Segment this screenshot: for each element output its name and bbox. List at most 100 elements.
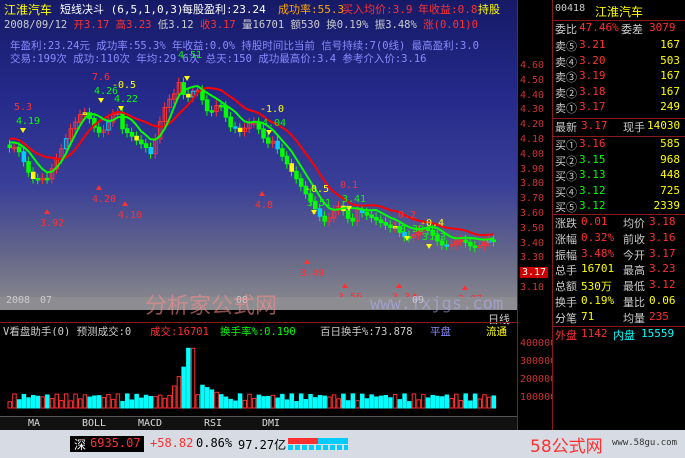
volume-bar: [280, 393, 285, 409]
volume-bar: [31, 394, 36, 409]
volume-bar: [341, 393, 346, 409]
candle-body: [219, 104, 224, 108]
tab-macd[interactable]: MACD: [138, 418, 162, 429]
volume-bar: [157, 394, 163, 409]
volume-bar: [397, 399, 403, 409]
peak-label: 0.2: [398, 210, 416, 221]
volume-tick: 100000: [520, 392, 557, 403]
stat-row: 换手 0.19% 量比 0.06: [555, 294, 676, 309]
stock-name: 江淮汽车: [4, 3, 53, 17]
volume-bar: [45, 394, 50, 409]
eps-text: 每股盈利:23.24: [182, 3, 266, 16]
volume-header: V看盘助手(0) 预测成交:0 成交:16701 换手率%:0.190 百日换手…: [0, 322, 517, 338]
volume-bar: [21, 393, 27, 409]
volume-bar: [186, 347, 191, 409]
peak-label: 0.1: [340, 180, 358, 191]
volume-bar: [345, 400, 351, 409]
candle-body: [322, 215, 327, 222]
index-bar: [288, 438, 348, 450]
quote-stock-name: 江淮汽车: [595, 5, 644, 19]
volume-bar: [270, 394, 276, 409]
quote-panel: 00418 江淮汽车 委比 47.46% 委差 3079 卖⑤ 3.21 167 卖④…: [552, 0, 685, 430]
volume-bar: [331, 394, 337, 409]
ma-fast-line: [9, 84, 494, 241]
candle-body: [120, 112, 125, 130]
candle-body: [186, 93, 191, 98]
candle-body: [134, 135, 139, 141]
kline-chart[interactable]: 5.3 4.19 7.6 4.26 -0.5 4.22 4.51 -1.0 4.04 -0.5 3.…: [0, 0, 517, 326]
candle-body: [266, 137, 271, 144]
volume-bar: [327, 396, 332, 409]
price-tick: 3.90: [520, 163, 545, 175]
up-arrow-icon: [44, 209, 50, 214]
volume-bar: [125, 393, 130, 409]
up-arrow-icon: [396, 283, 402, 288]
candle-body: [139, 139, 144, 145]
tab-boll[interactable]: BOLL: [82, 418, 106, 429]
volume-svg: [7, 347, 497, 409]
volume-bar: [223, 396, 229, 409]
volume-bar: [392, 393, 398, 409]
candle-body: [16, 146, 22, 153]
order-row: 卖⑤ 3.21 167: [555, 38, 680, 53]
low-label: 3.49: [300, 268, 324, 279]
peak-value: 3.51: [307, 198, 331, 209]
volume-bar: [148, 395, 153, 409]
tab-rsi[interactable]: RSI: [204, 418, 222, 429]
candle-body: [35, 177, 41, 181]
volume-bar: [360, 393, 365, 409]
down-arrow-icon: [311, 210, 317, 215]
stat-row: 涨跌 0.01 均价 3.18: [555, 215, 676, 230]
volume-bar: [364, 398, 370, 409]
volume-bar: [176, 376, 182, 409]
volume-bar: [439, 396, 445, 409]
volume-bar: [322, 395, 327, 409]
price-axis: 4.60 4.50 4.40 4.30 4.20 4.10 4.00 3.90 3.80 3.70…: [517, 0, 557, 430]
candle-body: [374, 217, 379, 221]
tab-ma[interactable]: MA: [28, 418, 40, 429]
peak-value: 4.22: [114, 94, 138, 105]
candle-body: [350, 217, 356, 222]
volume-bar: [374, 396, 379, 409]
candle-body: [463, 239, 468, 243]
volume-bar: [162, 397, 168, 409]
volume-bar: [261, 396, 266, 409]
volume-bar: [355, 400, 360, 409]
volume-bar: [237, 393, 243, 409]
volume-bar: [294, 400, 299, 409]
candle-body: [345, 210, 351, 219]
candle-body: [148, 147, 153, 155]
order-row: 买③ 3.13 448: [555, 168, 680, 183]
candle-body: [233, 126, 238, 129]
volume-bar: [486, 396, 492, 409]
volume-bar: [421, 393, 426, 409]
watermark-text: 分析家公式网: [145, 294, 278, 319]
volume-bar: [275, 397, 280, 409]
volume-chart[interactable]: [0, 336, 517, 412]
candle-body: [491, 239, 497, 243]
peak-value: 3.33: [422, 232, 446, 243]
stat-row: 涨幅 0.32% 前收 3.16: [555, 230, 676, 246]
volume-bar: [317, 395, 323, 409]
volume-bar: [449, 398, 454, 409]
price-tick: 3.70: [520, 193, 545, 205]
candle-body: [444, 244, 450, 247]
volume-bar: [204, 387, 210, 409]
volume-bar: [233, 400, 238, 409]
volume-bar: [256, 394, 262, 409]
up-arrow-icon: [122, 201, 128, 206]
volume-bar: [491, 395, 497, 409]
volume-bar: [40, 396, 45, 409]
up-arrow-icon: [342, 283, 348, 288]
candle-body: [284, 155, 290, 165]
watermark-url: www.fxjgs.com: [370, 294, 504, 314]
down-arrow-icon: [118, 106, 124, 111]
candle-body: [275, 140, 280, 150]
candle-body: [7, 144, 12, 148]
tab-dmi[interactable]: DMI: [262, 418, 280, 429]
candle-body: [261, 128, 266, 139]
volume-bar: [454, 393, 459, 409]
candle-body: [280, 148, 285, 157]
volume-bar: [219, 394, 224, 409]
volume-bar: [120, 400, 125, 409]
